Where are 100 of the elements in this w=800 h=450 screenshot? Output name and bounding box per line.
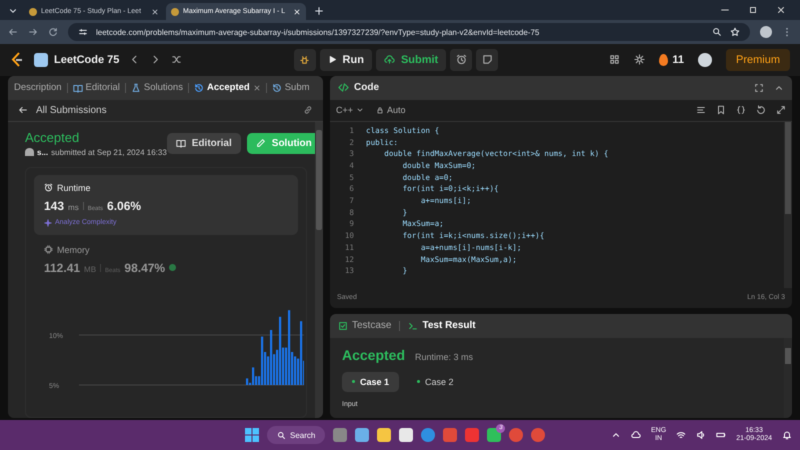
case-tab[interactable]: Case 2 [407, 372, 464, 392]
result-status: Accepted [342, 346, 406, 363]
lock-icon [376, 106, 384, 114]
study-plan-icon [34, 52, 48, 67]
app-icon[interactable] [399, 428, 414, 442]
memory-title: Memory [57, 244, 90, 255]
logo-icon[interactable] [10, 52, 24, 68]
runtime-text: Runtime: 3 ms [415, 352, 474, 362]
app-icon[interactable] [377, 428, 392, 442]
alarm-button[interactable] [450, 48, 472, 71]
chip-icon [44, 245, 53, 254]
history-icon [194, 82, 204, 93]
beats-percent: 98.47% [124, 260, 166, 275]
mode-label: Auto [387, 105, 406, 116]
braces-icon[interactable] [736, 105, 746, 116]
alarm-clock-icon [456, 54, 467, 66]
history-icon [272, 82, 282, 93]
status-dot-icon [169, 264, 176, 272]
book-icon [176, 138, 186, 148]
caret-icon [356, 106, 364, 114]
site-settings-icon[interactable] [78, 27, 88, 37]
note-button[interactable] [476, 48, 498, 71]
reset-icon[interactable] [756, 105, 766, 116]
status-text: Accepted [25, 130, 80, 145]
profile-avatar[interactable] [760, 26, 772, 38]
fullscreen-icon[interactable] [754, 82, 764, 93]
search-button[interactable]: Search [267, 426, 326, 444]
cloud-icon[interactable] [631, 430, 642, 440]
expand-icon[interactable] [776, 105, 786, 116]
flask-icon [130, 82, 141, 93]
sparkle-icon [44, 218, 52, 227]
memory-unit: MB [84, 264, 96, 274]
flame-icon [659, 54, 668, 66]
bookmark-icon[interactable] [716, 105, 726, 116]
code-icon [338, 82, 349, 94]
memory-value: 112.41 [44, 260, 80, 275]
runtime-title: Runtime [57, 182, 91, 193]
clock-icon [44, 183, 53, 192]
shuffle-icon[interactable] [171, 54, 182, 66]
maximize-icon[interactable] [748, 5, 758, 15]
run-button[interactable]: Run [320, 48, 372, 71]
panel-tab[interactable]: Solutions [130, 82, 183, 94]
zoom-icon[interactable] [712, 27, 722, 37]
submitted-time: submitted at Sep 21, 2024 16:33 [51, 148, 167, 157]
bug-icon [299, 54, 310, 66]
cloud-upload-icon [384, 54, 395, 66]
speaker-icon[interactable] [696, 430, 706, 440]
back-arrow-icon[interactable] [18, 105, 28, 116]
panel-tab[interactable]: Accepted [194, 82, 261, 94]
edit-icon [256, 138, 266, 148]
status-dot-icon [417, 380, 420, 384]
study-plan-title[interactable]: LeetCode 75 [54, 54, 120, 66]
language-dropdown[interactable]: C++ [336, 105, 364, 116]
submit-button[interactable]: Submit [376, 48, 446, 71]
grid-icon[interactable] [609, 54, 620, 66]
editorial-button[interactable]: Editorial [166, 132, 241, 154]
all-submissions-link[interactable]: All Submissions [36, 104, 107, 116]
runtime-unit: ms [68, 202, 79, 212]
close-icon[interactable] [252, 84, 261, 92]
wifi-icon[interactable] [676, 430, 686, 440]
terminal-icon [408, 320, 418, 331]
debug-button[interactable] [294, 48, 316, 71]
forward-icon[interactable] [28, 27, 38, 37]
close-icon[interactable] [776, 5, 786, 15]
scrollbar[interactable] [784, 338, 792, 418]
scrollbar[interactable] [784, 122, 792, 288]
panel-title: Code [354, 82, 379, 94]
site-icon [29, 8, 37, 16]
note-icon [482, 54, 493, 66]
search-icon [277, 430, 286, 440]
close-icon[interactable] [151, 8, 159, 16]
runtime-value: 143 [44, 198, 64, 213]
site-icon [171, 8, 179, 16]
book-icon [72, 82, 83, 93]
panel-tab[interactable]: Editorial [72, 82, 120, 94]
case-tab[interactable]: Case 1 [342, 372, 400, 392]
status-dot-icon [352, 380, 355, 384]
reload-icon[interactable] [48, 27, 58, 37]
panel-tab[interactable]: Test Result [408, 320, 476, 332]
settings-icon[interactable] [634, 54, 646, 66]
play-icon [328, 55, 337, 64]
app-icon[interactable] [355, 428, 370, 442]
panel-tab[interactable]: Subm [272, 82, 310, 94]
back-icon[interactable] [8, 27, 18, 37]
link-icon[interactable] [303, 105, 313, 116]
bell-icon[interactable] [782, 430, 792, 440]
premium-button[interactable]: Premium [726, 48, 790, 71]
new-tab-icon[interactable] [314, 6, 324, 16]
address-bar[interactable]: leetcode.com/problems/maximum-average-subarray-i/submissions/1397327239/?envType=study-plan-v2&envId=leetcode-75 [68, 23, 750, 41]
streak-count[interactable]: 11 [672, 54, 684, 66]
start-button[interactable] [245, 428, 259, 442]
avatar[interactable] [698, 52, 712, 67]
format-icon[interactable] [696, 105, 706, 116]
star-icon[interactable] [730, 27, 740, 37]
user-avatar [25, 148, 34, 156]
scrollbar[interactable] [315, 122, 323, 418]
panel-tab[interactable]: Description [14, 82, 62, 94]
username[interactable]: s... [37, 148, 48, 157]
panel-tab[interactable]: Testcase [338, 320, 392, 332]
beats-percent: 6.06% [107, 198, 142, 213]
